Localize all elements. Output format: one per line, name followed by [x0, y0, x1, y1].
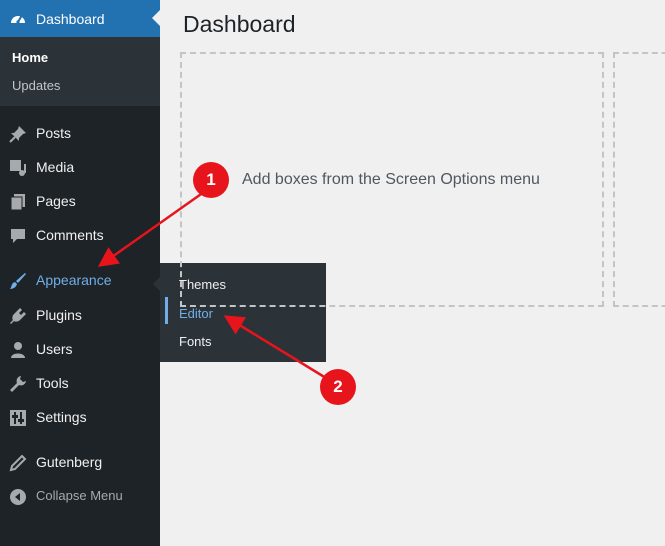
sidebar-item-gutenberg[interactable]: Gutenberg — [0, 446, 160, 480]
media-icon — [10, 160, 26, 176]
pencil-icon — [9, 454, 27, 472]
user-icon — [11, 342, 25, 358]
plugin-icon — [10, 308, 26, 324]
page-title: Dashboard — [183, 11, 296, 37]
settings-icon — [10, 410, 26, 426]
sidebar-item-label: Gutenberg — [36, 454, 103, 470]
dashboard-submenu: Home Updates — [0, 37, 160, 106]
sidebar-item-label: Comments — [36, 227, 104, 243]
sidebar-item-pages[interactable]: Pages — [0, 185, 160, 219]
brush-icon — [10, 273, 26, 289]
empty-box-message: Add boxes from the Screen Options menu — [242, 171, 540, 188]
submenu-item-updates[interactable]: Updates — [12, 78, 60, 93]
sidebar-item-label: Media — [36, 159, 75, 175]
sidebar-item-posts[interactable]: Posts — [0, 117, 160, 151]
admin-sidebar: Dashboard Home Updates Posts Media Pages — [0, 0, 160, 546]
sidebar-item-label: Posts — [36, 125, 72, 141]
wrench-icon — [10, 376, 26, 392]
pin-icon — [9, 126, 26, 143]
flyout-item-fonts[interactable]: Fonts — [179, 334, 212, 349]
sidebar-item-tools[interactable]: Tools — [0, 367, 160, 401]
sidebar-item-appearance[interactable]: Appearance — [0, 264, 160, 298]
step-badge-1: 1 — [193, 162, 229, 198]
collapse-menu-button[interactable]: Collapse Menu — [0, 480, 160, 514]
editor-highlight-bar — [165, 297, 168, 324]
sidebar-item-dashboard[interactable]: Dashboard — [0, 0, 160, 37]
pages-icon — [10, 194, 25, 211]
comment-icon — [11, 229, 25, 243]
flyout-item-editor[interactable]: Editor — [179, 306, 213, 321]
sidebar-item-label: Appearance — [36, 272, 112, 288]
sidebar-item-users[interactable]: Users — [0, 333, 160, 367]
sidebar-item-label: Tools — [36, 375, 69, 391]
sidebar-item-plugins[interactable]: Plugins — [0, 299, 160, 333]
dashboard-icon — [11, 15, 25, 24]
sidebar-item-settings[interactable]: Settings — [0, 401, 160, 435]
active-notch — [152, 10, 160, 26]
sidebar-item-comments[interactable]: Comments — [0, 219, 160, 253]
sidebar-item-label: Dashboard — [36, 11, 105, 27]
collapse-icon — [10, 489, 26, 505]
sidebar-item-label: Users — [36, 341, 73, 357]
sidebar-item-label: Settings — [36, 409, 87, 425]
sidebar-item-label: Pages — [36, 193, 76, 209]
sidebar-item-label: Collapse Menu — [36, 488, 123, 503]
empty-dashboard-box — [613, 52, 665, 307]
flyout-pointer — [153, 277, 160, 291]
submenu-item-home[interactable]: Home — [12, 50, 48, 65]
sidebar-item-label: Plugins — [36, 307, 82, 323]
sidebar-item-media[interactable]: Media — [0, 151, 160, 185]
step-badge-2: 2 — [320, 369, 356, 405]
